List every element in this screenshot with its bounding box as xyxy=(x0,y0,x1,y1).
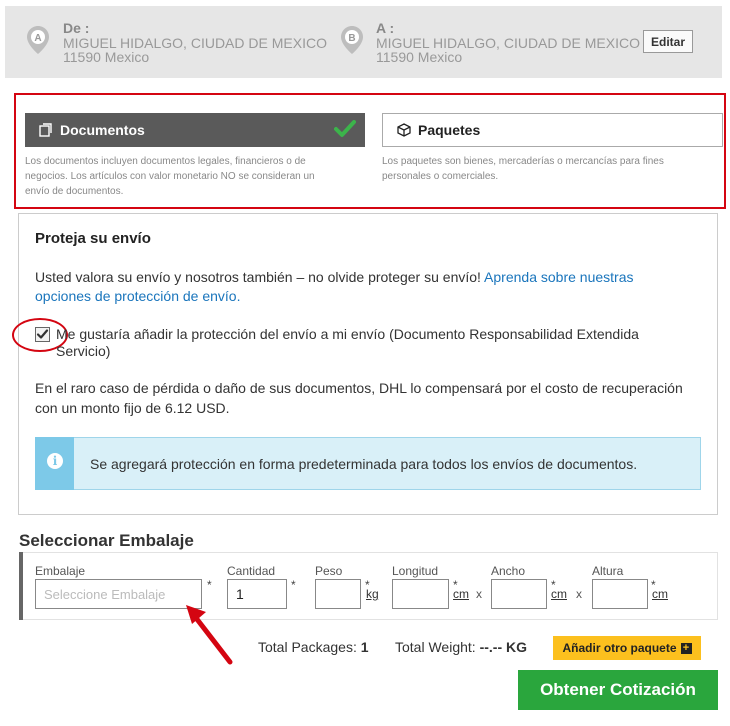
total-weight: Total Weight: --.-- KG xyxy=(395,639,527,655)
altura-input[interactable] xyxy=(592,579,648,609)
add-package-label: Añadir otro paquete xyxy=(562,641,677,655)
documents-description-2: negocios. Los artículos con valor moneta… xyxy=(25,171,315,182)
protection-intro-text: Usted valora su envío y nosotros también… xyxy=(35,269,485,285)
info-alert-text: Se agregará protección en forma predeter… xyxy=(90,456,638,472)
packaging-title: Seleccionar Embalaje xyxy=(19,531,194,550)
altura-label: Altura xyxy=(592,564,624,578)
origin-line2: 11590 Mexico xyxy=(63,49,150,65)
origin-pin-icon: A xyxy=(27,26,49,59)
documents-option-label: Documentos xyxy=(60,122,145,138)
add-protection-label-1[interactable]: Me gustaría añadir la protección del env… xyxy=(56,325,639,344)
packaging-panel-accent xyxy=(19,552,23,620)
plus-icon: + xyxy=(680,642,692,654)
dimension-separator-1: x xyxy=(476,587,482,601)
check-icon xyxy=(334,120,356,143)
embalaje-placeholder: Seleccione Embalaje xyxy=(44,587,166,602)
package-box-icon xyxy=(397,123,411,137)
longitud-label: Longitud xyxy=(392,564,439,578)
cantidad-required-mark: * xyxy=(291,578,296,592)
get-quote-button[interactable]: Obtener Cotización xyxy=(518,670,718,710)
total-weight-value: --.-- KG xyxy=(479,639,527,655)
annotation-arrow-icon xyxy=(180,600,240,671)
peso-unit: kg xyxy=(366,587,379,601)
peso-label: Peso xyxy=(315,564,343,578)
documents-description-1: Los documentos incluyen documentos legal… xyxy=(25,156,306,167)
protection-options-link[interactable]: Aprenda sobre nuestras xyxy=(484,269,633,285)
altura-unit: cm xyxy=(652,587,668,601)
embalaje-label: Embalaje xyxy=(35,564,86,578)
edit-address-button[interactable]: Editar xyxy=(643,30,693,53)
longitud-unit: cm xyxy=(453,587,469,601)
packages-option-label: Paquetes xyxy=(418,122,481,138)
ancho-label: Ancho xyxy=(491,564,526,578)
loss-compensation-text-2: con un monto fijo de 6.12 USD. xyxy=(35,400,230,416)
origin-pin-letter: A xyxy=(34,33,41,44)
packages-description-2: personales o comerciales. xyxy=(382,171,499,182)
packages-description-1: Los paquetes son bienes, mercaderías o m… xyxy=(382,156,664,167)
ancho-unit: cm xyxy=(551,587,567,601)
info-icon: i xyxy=(47,453,63,469)
destination-pin-icon: B xyxy=(341,26,363,59)
embalaje-required-mark: * xyxy=(207,578,212,592)
protection-title: Proteja su envío xyxy=(35,230,151,247)
destination-pin-letter: B xyxy=(348,33,355,44)
packages-option-button[interactable]: Paquetes xyxy=(382,113,723,147)
total-packages-label: Total Packages: xyxy=(258,639,357,655)
embalaje-select[interactable]: Seleccione Embalaje xyxy=(35,579,202,609)
destination-line2: 11590 Mexico xyxy=(376,49,463,65)
add-package-button[interactable]: Añadir otro paquete + xyxy=(553,636,701,660)
documents-icon xyxy=(39,123,53,137)
ancho-input[interactable] xyxy=(491,579,547,609)
protection-intro: Usted valora su envío y nosotros también… xyxy=(35,268,633,287)
total-packages-value: 1 xyxy=(360,639,369,655)
origin-label: De : xyxy=(63,20,90,36)
total-packages: Total Packages: 1 xyxy=(258,639,369,655)
documents-description-3: envío de documentos. xyxy=(25,186,124,197)
total-weight-label: Total Weight: xyxy=(395,639,476,655)
longitud-input[interactable] xyxy=(392,579,449,609)
add-protection-label-2[interactable]: Servicio) xyxy=(56,342,110,361)
loss-compensation-text-1: En el raro caso de pérdida o daño de sus… xyxy=(35,380,683,396)
peso-input[interactable] xyxy=(315,579,361,609)
documents-option-button[interactable]: Documentos xyxy=(25,113,365,147)
protection-options-link-2[interactable]: opciones de protección de envío. xyxy=(35,287,240,306)
destination-label: A : xyxy=(376,20,395,36)
dimension-separator-2: x xyxy=(576,587,582,601)
cantidad-label: Cantidad xyxy=(227,564,276,578)
